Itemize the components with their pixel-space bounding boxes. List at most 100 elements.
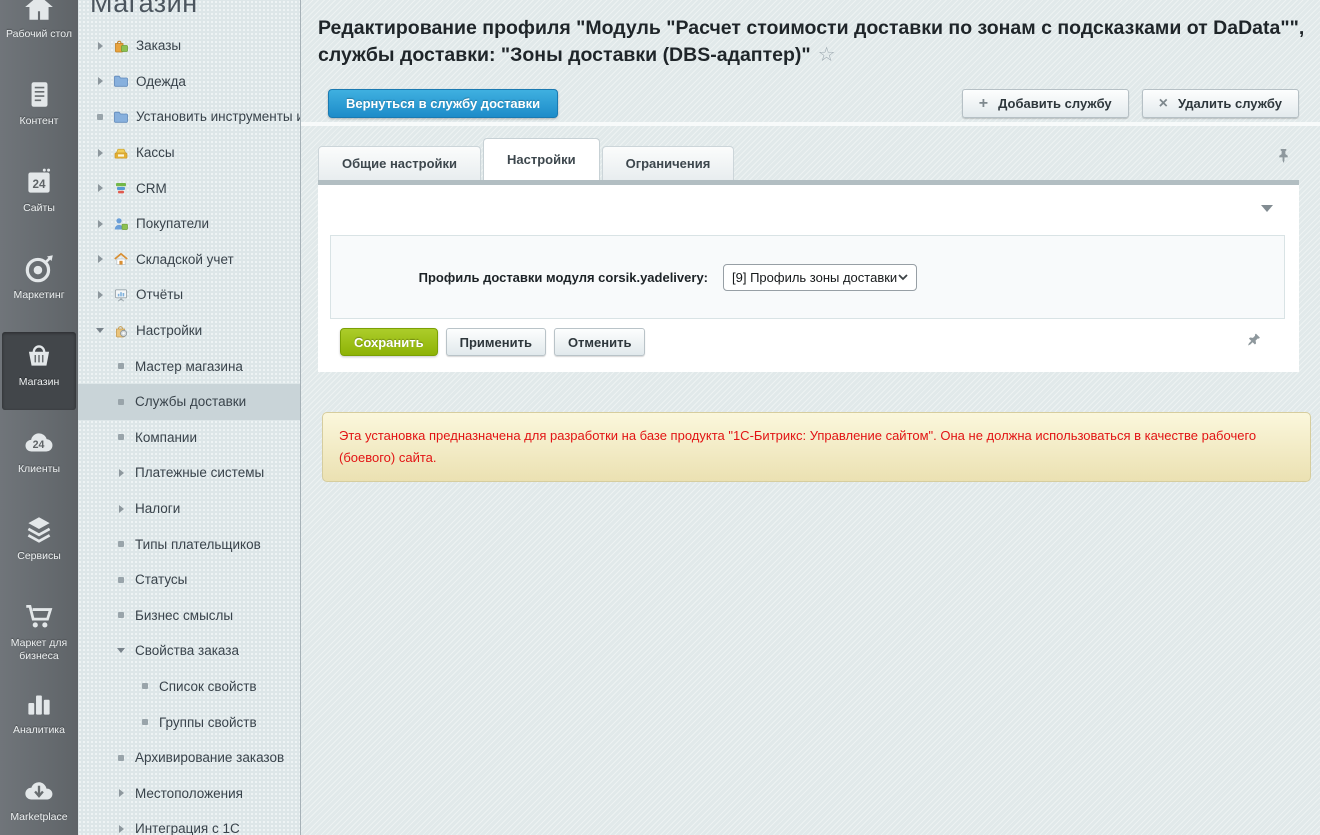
back-button-label: Вернуться в службу доставки	[346, 96, 540, 111]
cloud24-icon: 24	[22, 425, 56, 461]
menu-item[interactable]: Свойства заказа	[78, 633, 300, 669]
rail-item[interactable]: Магазин	[2, 332, 76, 410]
menu-item[interactable]: Налоги	[78, 491, 300, 527]
menu-item[interactable]: Группы свойств	[78, 704, 300, 740]
folder-icon	[113, 109, 129, 125]
rail-item[interactable]: 24 Клиенты	[2, 419, 76, 503]
menu-item[interactable]: Одежда	[78, 64, 300, 100]
expand-icon[interactable]	[93, 149, 107, 157]
menu-item[interactable]: Мастер магазина	[78, 348, 300, 384]
customers-icon	[113, 216, 129, 232]
bullet-icon	[114, 541, 128, 547]
menu-item-label: Архивирование заказов	[135, 750, 284, 765]
menu-item[interactable]: Заказы	[78, 28, 300, 64]
back-to-delivery-service-button[interactable]: Вернуться в службу доставки	[328, 89, 558, 118]
menu-item[interactable]: Покупатели	[78, 206, 300, 242]
menu-item-label: Установить инструменты и	[136, 109, 300, 124]
bullet-icon	[114, 755, 128, 761]
add-service-button[interactable]: + Добавить службу	[962, 89, 1129, 118]
bullet-icon	[138, 719, 152, 725]
tab[interactable]: Настройки	[483, 138, 600, 180]
tab[interactable]: Общие настройки	[318, 146, 481, 180]
rail-item[interactable]: Marketplace	[2, 767, 76, 835]
rail-item[interactable]: Аналитика	[2, 680, 76, 764]
tab-label: Настройки	[507, 152, 576, 167]
warehouse-icon	[113, 251, 129, 267]
menu-item-label: Бизнес смыслы	[135, 608, 233, 623]
menu-item[interactable]: CRM	[78, 170, 300, 206]
pin-tabs-icon[interactable]	[1276, 147, 1291, 169]
menu-item[interactable]: Установить инструменты и	[78, 99, 300, 135]
main-content: Редактирование профиля "Модуль "Расчет с…	[301, 0, 1320, 835]
menu-item[interactable]: Компании	[78, 420, 300, 456]
menu-item[interactable]: Отчёты	[78, 277, 300, 313]
delivery-profile-select-value: [9] Профиль зоны доставки	[732, 270, 897, 285]
rail-item-label: Аналитика	[13, 724, 65, 737]
menu-item[interactable]: Складской учет	[78, 242, 300, 278]
menu-item[interactable]: Службы доставки	[78, 384, 300, 420]
menu-sidebar: Магазин Заказы Одежда Установить инструм…	[78, 0, 301, 835]
pin-form-icon[interactable]	[1238, 329, 1264, 355]
expand-icon[interactable]	[93, 77, 107, 85]
rail-item[interactable]: Контент	[2, 71, 76, 155]
expand-icon[interactable]	[93, 255, 107, 263]
tab[interactable]: Ограничения	[602, 146, 735, 180]
favorite-star-icon[interactable]: ☆	[818, 44, 836, 66]
menu-item[interactable]: Список свойств	[78, 669, 300, 705]
save-button[interactable]: Сохранить	[340, 328, 438, 356]
barchart-icon	[22, 686, 56, 722]
expand-icon[interactable]	[114, 505, 128, 513]
menu-item[interactable]: Местоположения	[78, 775, 300, 811]
svg-text:24: 24	[33, 178, 46, 191]
menu-item[interactable]: Архивирование заказов	[78, 740, 300, 776]
menu-item-label: Покупатели	[136, 216, 209, 231]
bullet-icon	[114, 399, 128, 405]
rail-item[interactable]: 24 Сайты	[2, 158, 76, 242]
tab-strip: Общие настройки Настройки Ограничения	[318, 138, 734, 180]
expand-icon[interactable]	[93, 184, 107, 192]
delivery-profile-select[interactable]: [9] Профиль зоны доставки	[723, 264, 917, 291]
rail-item[interactable]: Рабочий стол	[2, 0, 76, 68]
collapse-open-icon[interactable]	[93, 328, 107, 333]
bullet-icon	[114, 612, 128, 618]
delete-service-label: Удалить службу	[1178, 96, 1282, 111]
menu-item[interactable]: Настройки	[78, 313, 300, 349]
delete-service-button[interactable]: × Удалить службу	[1142, 89, 1299, 118]
menu-item-label: Налоги	[135, 501, 180, 516]
menu-item[interactable]: Бизнес смыслы	[78, 598, 300, 634]
cancel-button[interactable]: Отменить	[554, 328, 646, 356]
menu-item-label: Кассы	[136, 145, 175, 160]
expand-icon[interactable]	[114, 825, 128, 833]
rail-item[interactable]: Маркетинг	[2, 245, 76, 329]
add-service-label: Добавить службу	[998, 96, 1112, 111]
crm-icon	[113, 180, 129, 196]
expand-icon[interactable]	[114, 789, 128, 797]
form-box: Профиль доставки модуля corsik.yadeliver…	[330, 235, 1285, 319]
expand-icon[interactable]	[114, 469, 128, 477]
expand-icon[interactable]	[93, 220, 107, 228]
rail-item[interactable]: Сервисы	[2, 506, 76, 590]
layers-icon	[22, 512, 56, 548]
target-icon	[22, 251, 56, 287]
rail-item-label: Сервисы	[17, 550, 61, 563]
menu-item[interactable]: Кассы	[78, 135, 300, 171]
menu-item-label: Одежда	[136, 74, 186, 89]
rail-item-label: Маркетинг	[13, 289, 64, 302]
expand-icon[interactable]	[93, 291, 107, 299]
expand-icon[interactable]	[93, 42, 107, 50]
folder-icon	[113, 73, 129, 89]
rail-item[interactable]: Маркет для бизнеса	[2, 593, 76, 677]
menu-item-label: Компании	[135, 430, 197, 445]
collapse-section-icon[interactable]	[1261, 205, 1273, 212]
menu-item[interactable]: Интеграция с 1С	[78, 811, 300, 835]
rail-item-label: Marketplace	[10, 811, 67, 824]
menu-item[interactable]: Платежные системы	[78, 455, 300, 491]
menu-item[interactable]: Типы плательщиков	[78, 526, 300, 562]
collapse-open-icon[interactable]	[114, 648, 128, 653]
menu-item-label: Список свойств	[159, 679, 257, 694]
chevron-down-icon	[898, 274, 908, 281]
menu-item[interactable]: Статусы	[78, 562, 300, 598]
calendar24-icon: 24	[22, 164, 56, 200]
cart-icon	[22, 599, 56, 635]
apply-button[interactable]: Применить	[446, 328, 546, 356]
